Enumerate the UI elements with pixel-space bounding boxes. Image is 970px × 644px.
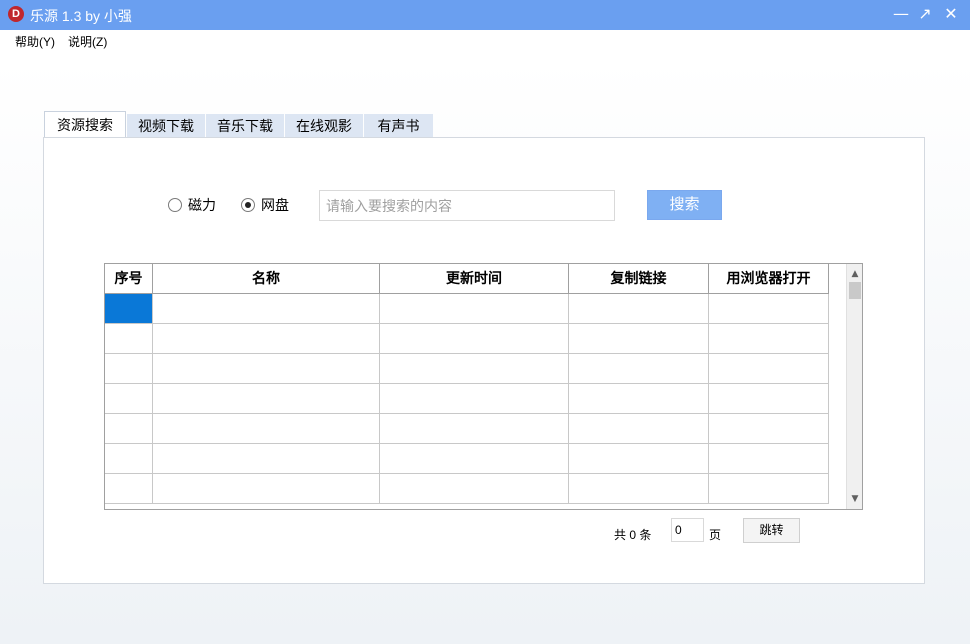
scroll-down-icon[interactable]: ▼ [847,491,862,507]
table-cell[interactable] [709,474,829,504]
table-cell[interactable] [105,294,153,324]
close-button[interactable]: ✕ [938,3,964,25]
table-cell[interactable] [569,414,709,444]
table-cell[interactable] [380,384,569,414]
table-cell[interactable] [569,384,709,414]
table-cell[interactable] [569,354,709,384]
radio-circle-icon [168,198,182,212]
table-cell[interactable] [709,414,829,444]
table-cell[interactable] [709,324,829,354]
table-cell[interactable] [153,384,380,414]
table-cell[interactable] [105,414,153,444]
search-input[interactable] [319,190,615,221]
menu-bar: 帮助(Y) 说明(Z) [0,30,970,52]
column-header-open-browser[interactable]: 用浏览器打开 [709,264,829,294]
page-label: 页 [709,528,722,542]
column-header-copy-link[interactable]: 复制链接 [569,264,709,294]
radio-selected-icon [241,198,255,212]
table-cell[interactable] [153,444,380,474]
title-bar: D 乐源 1.3 by 小强 — ↗ ✕ [0,0,970,30]
table-cell[interactable] [709,294,829,324]
table-cell[interactable] [380,354,569,384]
scroll-up-icon[interactable]: ▲ [847,266,862,282]
radio-netdisk-label: 网盘 [261,197,289,213]
table-cell[interactable] [380,444,569,474]
tab-online-watch[interactable]: 在线观影 [285,114,363,138]
table-cell[interactable] [105,354,153,384]
table-cell[interactable] [153,414,380,444]
tab-audiobook[interactable]: 有声书 [364,114,433,138]
table-cell[interactable] [153,354,380,384]
radio-netdisk[interactable]: 网盘 [241,196,301,214]
total-count: 共 0 条 [614,528,652,542]
table-cell[interactable] [709,354,829,384]
table-cell[interactable] [105,444,153,474]
column-header-name[interactable]: 名称 [153,264,380,294]
column-header-updated[interactable]: 更新时间 [380,264,569,294]
table-cell[interactable] [153,324,380,354]
column-header-index[interactable]: 序号 [105,264,153,294]
scroll-thumb[interactable] [849,282,861,299]
table-cell[interactable] [380,324,569,354]
table-cell[interactable] [569,444,709,474]
tab-resource-search[interactable]: 资源搜索 [44,111,126,138]
table-cell[interactable] [569,474,709,504]
table-cell[interactable] [105,474,153,504]
jump-button[interactable]: 跳转 [743,518,800,543]
tab-music-download[interactable]: 音乐下载 [206,114,284,138]
table-cell[interactable] [105,324,153,354]
app-logo-icon: D [8,6,24,22]
radio-magnet-label: 磁力 [188,197,216,213]
radio-magnet[interactable]: 磁力 [168,196,228,214]
maximize-button[interactable]: ↗ [912,3,938,25]
results-table[interactable]: 序号 名称 更新时间 复制链接 用浏览器打开 ▲ ▼ [104,263,863,510]
table-cell[interactable] [569,294,709,324]
table-cell[interactable] [709,444,829,474]
table-cell[interactable] [569,324,709,354]
window-title: 乐源 1.3 by 小强 [30,8,132,24]
table-cell[interactable] [380,414,569,444]
table-cell[interactable] [380,294,569,324]
menu-about[interactable]: 说明(Z) [68,33,107,50]
table-cell[interactable] [380,474,569,504]
menu-help[interactable]: 帮助(Y) [15,33,55,50]
vertical-scrollbar[interactable]: ▲ ▼ [846,264,862,509]
table-cell[interactable] [153,474,380,504]
table-cell[interactable] [709,384,829,414]
tab-video-download[interactable]: 视频下载 [127,114,205,138]
table-cell[interactable] [153,294,380,324]
page-number-input[interactable] [671,518,704,542]
table-cell[interactable] [105,384,153,414]
minimize-button[interactable]: — [888,3,914,25]
search-button[interactable]: 搜索 [647,190,722,220]
